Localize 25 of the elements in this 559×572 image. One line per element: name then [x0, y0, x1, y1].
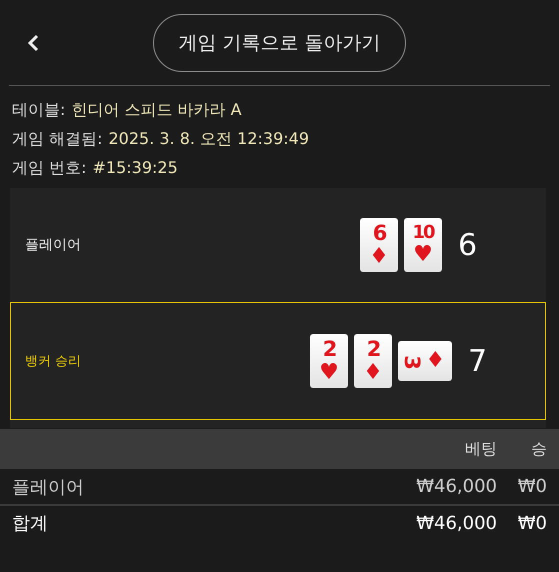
info-label: 게임 번호:	[12, 157, 86, 179]
column-header: 승	[530, 438, 547, 460]
playing-card: 2 ♦	[354, 334, 392, 388]
playing-card: 2 ♥	[310, 334, 348, 388]
hand-total: 6	[458, 228, 478, 262]
hand-total: 7	[468, 344, 488, 378]
table-cell-text: ₩46,000	[415, 476, 497, 497]
playing-card: 6 ♦	[360, 218, 398, 272]
playing-card: 3 ♦	[398, 341, 452, 381]
table-cell-text: ₩0	[516, 512, 547, 534]
info-value: 힌디어 스피드 바카라 A	[71, 99, 242, 121]
back-icon	[27, 34, 41, 52]
table-cell-text: 플레이어	[12, 476, 85, 498]
column-header: 베팅	[464, 438, 497, 460]
info-label: 테이블:	[12, 99, 66, 121]
hand-label: 뱅커 승리	[24, 353, 82, 370]
hand-label: 플레이어	[24, 236, 82, 254]
info-value: 2025. 3. 8. 오전 12:39:49	[108, 128, 310, 150]
back-to-history-button[interactable]: 게임 기록으로 돌아가기	[153, 14, 406, 72]
table-cell-text: ₩46,000	[415, 512, 497, 534]
info-label: 게임 해결됨:	[12, 128, 102, 150]
info-value: #15:39:25	[92, 157, 178, 179]
table-cell-text: ₩0	[516, 476, 547, 497]
playing-card: 10 ♥	[404, 218, 442, 272]
table-cell-text: 합계	[12, 512, 49, 535]
